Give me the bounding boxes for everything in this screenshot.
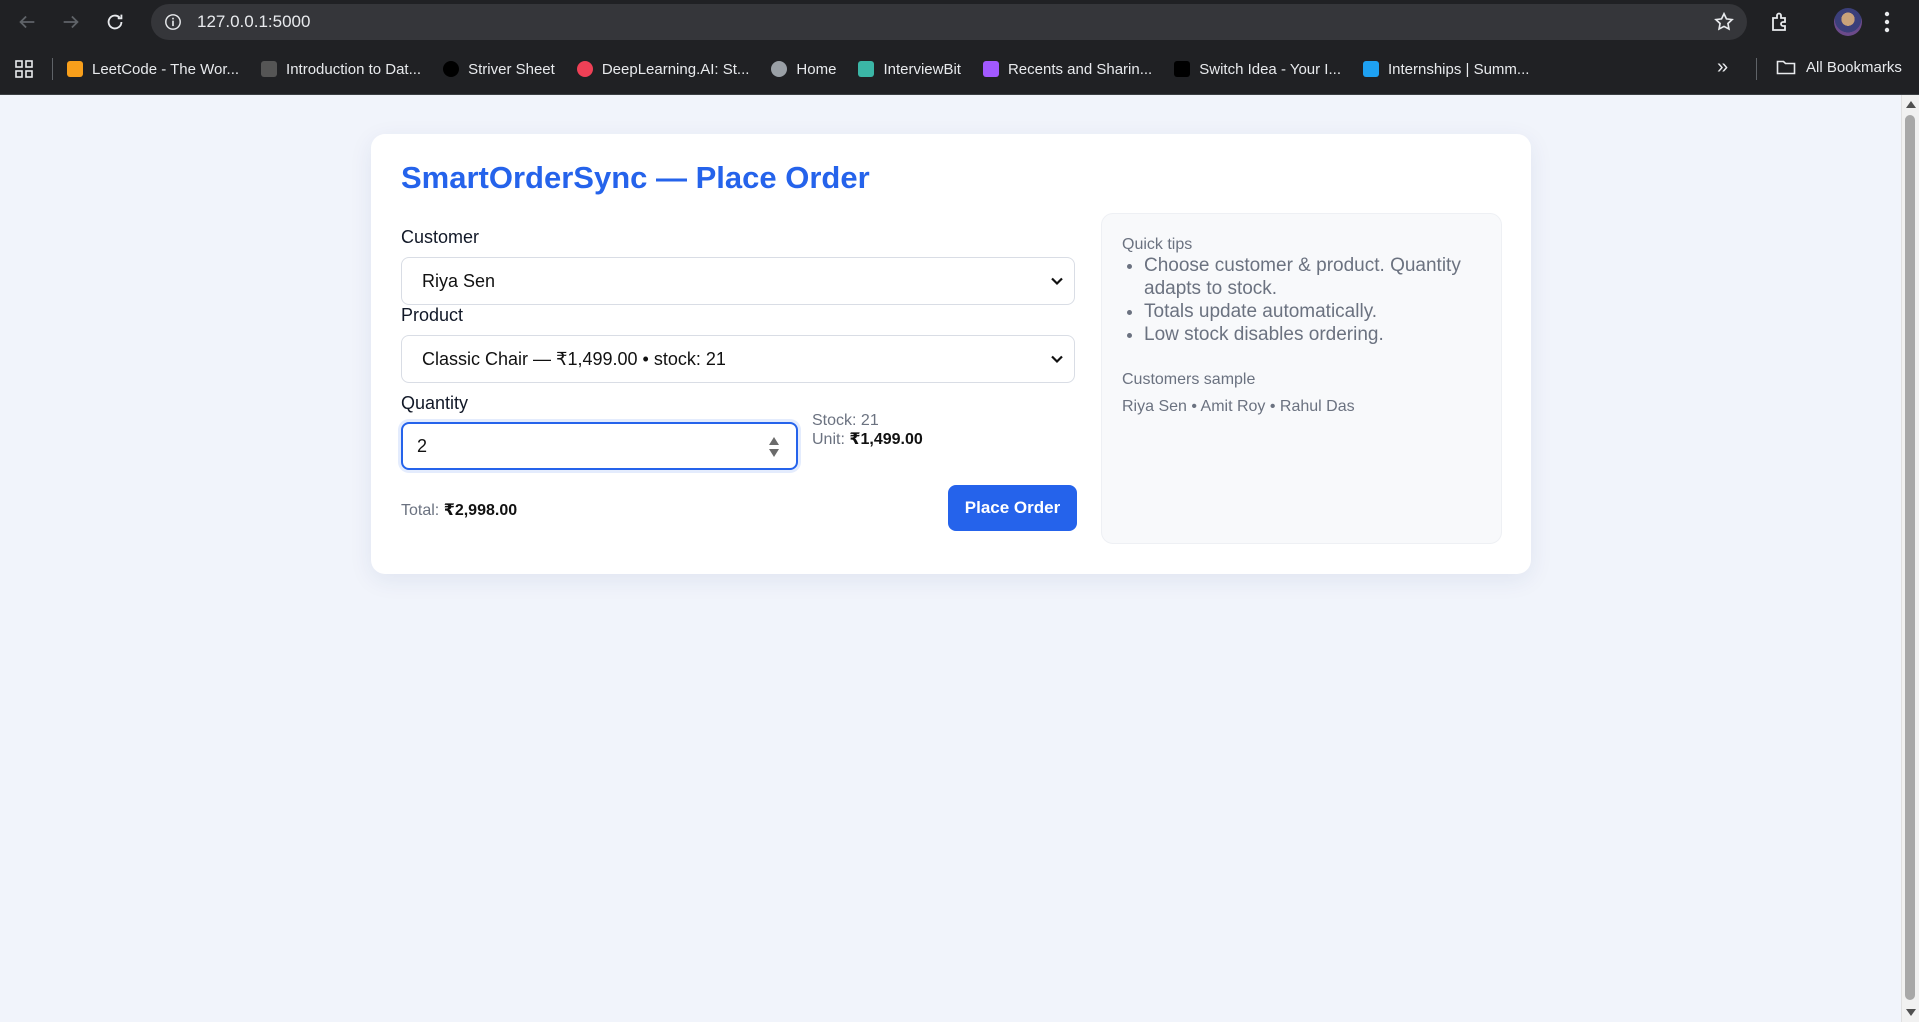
scroll-up-arrow-icon[interactable]	[1906, 101, 1916, 108]
site-favicon-icon	[261, 61, 278, 77]
bookmark-label: Internships | Summ...	[1387, 60, 1530, 78]
menu-kebab-icon[interactable]	[1882, 9, 1892, 35]
stock-info: Stock: 21 Unit: ₹1,499.00	[812, 411, 923, 449]
all-bookmarks-button[interactable]: All Bookmarks	[1776, 58, 1902, 76]
reload-icon	[107, 14, 123, 30]
arrow-left-icon	[19, 15, 35, 29]
quick-tips-heading: Quick tips	[1122, 236, 1193, 253]
bookmarks-divider	[1756, 58, 1757, 80]
page-title: SmartOrderSync — Place Order	[401, 160, 870, 195]
forward-button[interactable]	[49, 0, 93, 44]
chevron-down-icon	[1051, 277, 1063, 286]
bookmarks-bar: LeetCode - The Wor... Introduction to Da…	[0, 44, 1919, 95]
all-bookmarks-label: All Bookmarks	[1806, 58, 1902, 76]
medium-favicon-icon	[1174, 61, 1191, 77]
bookmark-striver[interactable]: Striver Sheet	[443, 61, 555, 78]
leetcode-favicon-icon	[67, 61, 83, 77]
quick-tips-panel: Quick tips Choose customer & product. Qu…	[1101, 213, 1502, 544]
quantity-label: Quantity	[401, 393, 469, 413]
bookmark-switch-idea[interactable]: Switch Idea - Your I...	[1174, 61, 1341, 78]
bookmark-deeplearning[interactable]: DeepLearning.AI: St...	[576, 60, 750, 78]
customer-label: Customer	[401, 227, 480, 247]
bookmark-interviewbit[interactable]: InterviewBit	[858, 61, 961, 78]
stock-label: Stock:	[812, 412, 857, 429]
back-button[interactable]	[5, 0, 49, 44]
deeplearning-favicon-icon	[576, 61, 593, 77]
product-selected-value: Classic Chair — ₹1,499.00 • stock: 21	[422, 348, 726, 369]
bookmark-label: Introduction to Dat...	[286, 60, 422, 78]
order-total: Total: ₹2,998.00	[401, 500, 517, 520]
bookmark-figma[interactable]: Recents and Sharin...	[982, 60, 1153, 78]
tuf-favicon-icon	[443, 61, 460, 77]
total-label: Total:	[401, 502, 440, 519]
bookmark-label: Home	[796, 60, 837, 78]
figma-favicon-icon	[982, 61, 999, 77]
profile-avatar[interactable]	[1834, 8, 1862, 36]
arrow-right-icon	[63, 15, 79, 29]
place-order-button[interactable]: Place Order	[948, 485, 1077, 531]
tip-item: Totals update automatically.	[1144, 300, 1504, 323]
bookmark-label: Recents and Sharin...	[1007, 60, 1153, 78]
customers-sample-heading: Customers sample	[1122, 371, 1256, 388]
product-select[interactable]: Classic Chair — ₹1,499.00 • stock: 21	[401, 335, 1075, 383]
bookmark-label: InterviewBit	[883, 60, 961, 78]
customers-sample-text: Riya Sen • Amit Roy • Rahul Das	[1122, 398, 1355, 415]
bookmark-star-icon[interactable]	[1713, 11, 1735, 33]
order-card: SmartOrderSync — Place Order Customer Ri…	[371, 134, 1531, 574]
quantity-input[interactable]: 2	[401, 422, 798, 470]
browser-toolbar: 127.0.0.1:5000	[0, 0, 1919, 44]
bookmark-label: LeetCode - The Wor...	[92, 60, 240, 78]
bookmark-label: Switch Idea - Your I...	[1199, 60, 1341, 78]
extensions-icon[interactable]	[1768, 10, 1792, 34]
bookmark-label: Striver Sheet	[468, 60, 555, 78]
stock-value: 21	[860, 412, 879, 429]
unit-label: Unit:	[812, 431, 845, 448]
unit-price: ₹1,499.00	[849, 431, 923, 448]
bookmark-intro-data[interactable]: Introduction to Dat...	[261, 61, 421, 78]
apps-grid-icon[interactable]	[14, 59, 34, 79]
internshala-favicon-icon	[1362, 61, 1379, 77]
folder-icon	[1776, 60, 1796, 75]
chevron-down-icon	[1051, 355, 1063, 364]
bookmark-label: DeepLearning.AI: St...	[601, 60, 750, 78]
quantity-value: 2	[417, 435, 428, 456]
quick-tips-list: Choose customer & product. Quantity adap…	[1122, 254, 1504, 346]
number-spinner-icon[interactable]	[768, 435, 780, 459]
tip-item: Choose customer & product. Quantity adap…	[1144, 254, 1504, 300]
bookmarks-divider	[52, 58, 53, 80]
tip-item: Low stock disables ordering.	[1144, 323, 1504, 346]
globe-icon	[771, 61, 788, 77]
bookmark-leetcode[interactable]: LeetCode - The Wor...	[67, 61, 239, 78]
total-value: ₹2,998.00	[443, 502, 518, 519]
url-text: 127.0.0.1:5000	[197, 12, 311, 31]
scroll-down-arrow-icon[interactable]	[1906, 1009, 1916, 1016]
product-label: Product	[401, 305, 464, 325]
page-scrollbar[interactable]	[1901, 95, 1919, 1022]
interviewbit-favicon-icon	[858, 61, 875, 77]
site-info-icon[interactable]	[163, 12, 183, 32]
customer-selected-value: Riya Sen	[422, 270, 496, 291]
scrollbar-thumb[interactable]	[1905, 115, 1915, 1000]
address-bar[interactable]: 127.0.0.1:5000	[151, 4, 1747, 40]
more-bookmarks-chevron-icon[interactable]: »	[1717, 56, 1728, 79]
bookmark-internships[interactable]: Internships | Summ...	[1362, 60, 1530, 78]
customer-select[interactable]: Riya Sen	[401, 257, 1075, 305]
bookmark-home[interactable]: Home	[771, 61, 836, 78]
reload-button[interactable]	[93, 0, 137, 44]
